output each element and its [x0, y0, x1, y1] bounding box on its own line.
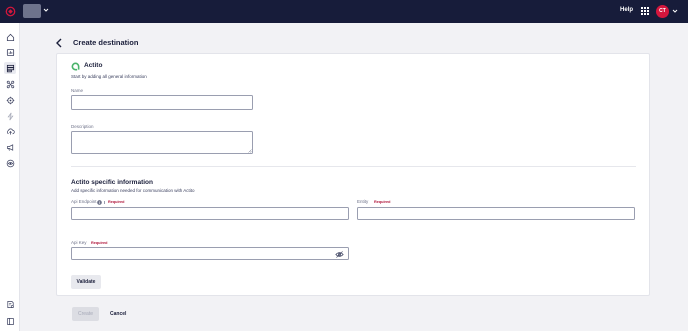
actito-logo-icon — [71, 62, 80, 71]
required-tag: Required — [91, 241, 108, 245]
target-icon — [6, 96, 14, 104]
sidebar-item-connections[interactable] — [4, 78, 16, 90]
sidebar-item-documentation[interactable] — [4, 298, 16, 310]
document-settings-icon — [6, 300, 14, 308]
sidebar-toggle-icon — [6, 317, 14, 325]
entity-field[interactable] — [357, 207, 635, 220]
validate-button[interactable]: Validate — [71, 275, 101, 289]
name-field[interactable] — [71, 95, 253, 110]
required-tag: Required — [374, 200, 391, 204]
cancel-button[interactable]: Cancel — [110, 311, 126, 317]
chevron-down-icon[interactable] — [672, 8, 678, 14]
sidebar-item-monitoring[interactable] — [4, 157, 16, 169]
intro-text: Start by adding all general information — [71, 74, 147, 79]
destination-name: Actito — [84, 62, 103, 69]
app-logo-icon[interactable] — [5, 6, 16, 17]
section-subtitle: Add specific information needed for comm… — [71, 188, 195, 193]
sidebar-item-dashboard[interactable] — [4, 46, 16, 58]
sidebar-item-audiences[interactable] — [4, 94, 16, 106]
sidebar-item-destinations[interactable] — [4, 62, 16, 74]
database-icon — [6, 64, 14, 72]
description-field[interactable] — [71, 131, 253, 154]
resize-handle-icon[interactable] — [248, 149, 252, 153]
sidebar-item-activations[interactable] — [4, 110, 16, 122]
info-icon[interactable] — [97, 200, 102, 205]
dashboard-icon — [6, 48, 14, 56]
create-button[interactable]: Create — [72, 307, 99, 321]
sidebar-item-home[interactable] — [4, 31, 16, 43]
name-label: Name — [71, 88, 84, 93]
api-key-label: Api Key — [71, 240, 87, 245]
help-link[interactable]: Help — [620, 7, 633, 13]
section-divider — [71, 166, 636, 167]
workspace-thumbnail[interactable] — [23, 4, 41, 18]
bolt-icon — [7, 112, 13, 120]
cloud-upload-icon — [6, 128, 15, 135]
home-icon — [6, 33, 14, 41]
sidebar — [0, 23, 20, 331]
api-key-field[interactable] — [71, 247, 349, 260]
section-title: Actito specific information — [71, 179, 153, 186]
chevron-down-icon[interactable] — [43, 7, 49, 13]
sidebar-toggle[interactable] — [4, 315, 16, 327]
page-title: Create destination — [73, 38, 139, 47]
megaphone-icon — [6, 143, 13, 151]
required-tag: Required — [108, 200, 125, 204]
sidebar-item-campaigns[interactable] — [4, 141, 16, 153]
eye-off-icon[interactable] — [335, 251, 344, 258]
api-endpoint-field[interactable] — [71, 207, 349, 220]
user-avatar[interactable]: CT — [656, 5, 669, 18]
eye-circle-icon — [6, 159, 14, 167]
connections-icon — [6, 80, 14, 88]
apps-grid-icon[interactable] — [641, 7, 649, 15]
entity-label: Entity — [357, 199, 369, 204]
top-bar: Help CT — [0, 0, 688, 23]
description-label: Description — [71, 124, 94, 129]
label-separator — [104, 201, 105, 204]
sidebar-item-exports[interactable] — [4, 125, 16, 137]
api-endpoint-label: Api Endpoint — [71, 199, 97, 204]
back-arrow-icon[interactable] — [55, 38, 63, 48]
